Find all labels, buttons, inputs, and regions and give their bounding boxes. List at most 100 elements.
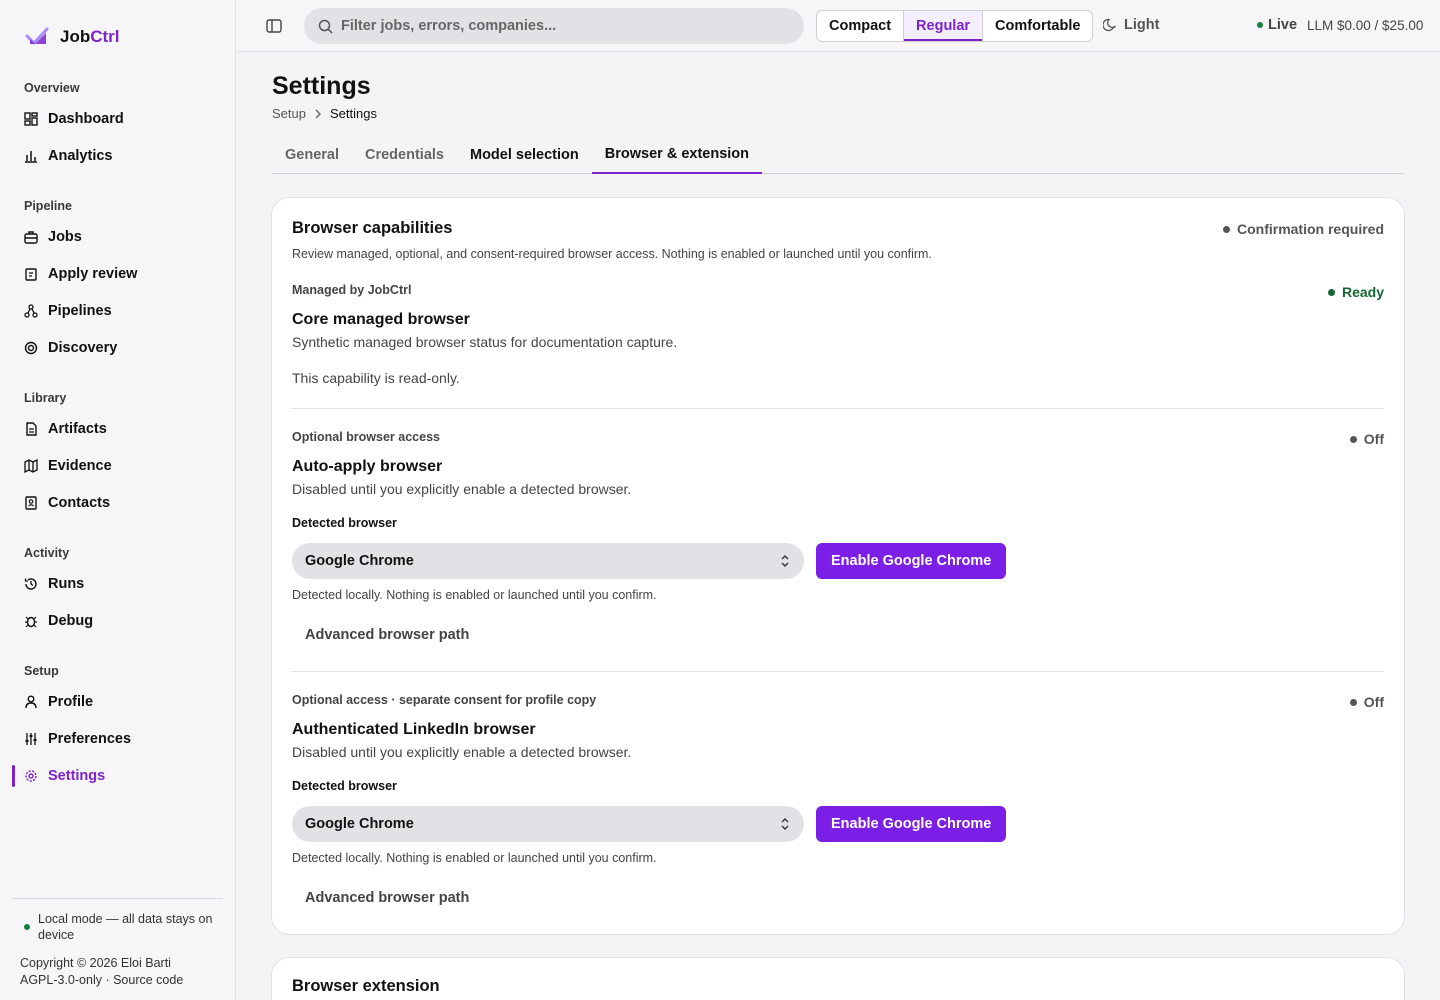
- core-readonly-note: This capability is read-only.: [292, 370, 460, 386]
- sidebar-item-settings[interactable]: Settings: [12, 761, 224, 791]
- dashboard-icon: [24, 112, 38, 126]
- nav-group-setup: Setup: [24, 664, 59, 678]
- nav-group-overview: Overview: [24, 81, 80, 95]
- status-label: Ready: [1341, 284, 1384, 300]
- select-value: Google Chrome: [305, 816, 414, 832]
- sidebar-item-apply-review[interactable]: Apply review: [12, 259, 224, 289]
- linkedin-hint: Detected locally. Nothing is enabled or …: [292, 851, 657, 865]
- density-compact-button[interactable]: Compact: [817, 11, 905, 41]
- browser-extension-card: Browser extension: [271, 957, 1405, 1000]
- sidebar-item-evidence[interactable]: Evidence: [12, 451, 224, 481]
- topbar: Compact Regular Comfortable Light Live L…: [237, 0, 1440, 52]
- card-title: Browser capabilities: [292, 219, 453, 237]
- linkedin-browser-select[interactable]: Google Chrome: [292, 806, 804, 842]
- sidebar-item-label: Evidence: [48, 458, 112, 474]
- sidebar-item-debug[interactable]: Debug: [12, 606, 224, 636]
- breadcrumb-setup[interactable]: Setup: [272, 106, 306, 121]
- search-bar[interactable]: [304, 8, 804, 44]
- sidebar-item-profile[interactable]: Profile: [12, 687, 224, 717]
- sidebar-item-pipelines[interactable]: Pipelines: [12, 296, 224, 326]
- sidebar-item-analytics[interactable]: Analytics: [12, 141, 224, 171]
- sidebar-item-label: Jobs: [48, 229, 82, 245]
- sidebar-item-label: Debug: [48, 613, 94, 629]
- nav-group-pipeline: Pipeline: [24, 199, 72, 213]
- live-indicator: Live: [1257, 17, 1297, 33]
- brand[interactable]: JobCtrl: [24, 24, 120, 50]
- sidebar-item-artifacts[interactable]: Artifacts: [12, 414, 224, 444]
- sidebar-item-label: Discovery: [48, 340, 118, 356]
- live-dot-icon: [1257, 22, 1263, 28]
- auto-apply-browser-select[interactable]: Google Chrome: [292, 543, 804, 579]
- status-dot-icon: [24, 924, 30, 930]
- analytics-icon: [25, 151, 37, 163]
- chevron-right-icon: [315, 109, 321, 118]
- sidebar-item-label: Apply review: [48, 266, 138, 282]
- sidebar-item-label: Dashboard: [48, 111, 124, 127]
- local-mode-indicator: Local mode — all data stays on device: [24, 911, 214, 943]
- bug-icon: [25, 616, 37, 628]
- license-link[interactable]: AGPL-3.0-only · Source code: [20, 972, 183, 989]
- sidebar-item-preferences[interactable]: Preferences: [12, 724, 224, 754]
- search-icon: [318, 19, 333, 34]
- auto-apply-hint: Detected locally. Nothing is enabled or …: [292, 588, 657, 602]
- linkedin-kicker: Optional access · separate consent for p…: [292, 693, 597, 707]
- section-divider: [292, 408, 1384, 409]
- sidebar-divider: [12, 898, 223, 899]
- tab-browser-extension[interactable]: Browser & extension: [591, 136, 763, 174]
- sliders-icon: [25, 733, 37, 745]
- sidebar-item-label: Artifacts: [48, 421, 107, 437]
- sidebar-item-dashboard[interactable]: Dashboard: [12, 104, 224, 134]
- auto-apply-enable-button[interactable]: Enable Google Chrome: [816, 543, 1007, 579]
- density-comfortable-button[interactable]: Comfortable: [983, 11, 1092, 41]
- local-mode-text: Local mode — all data stays on device: [38, 912, 213, 942]
- sidebar-item-jobs[interactable]: Jobs: [12, 222, 224, 252]
- tab-model-selection[interactable]: Model selection: [457, 136, 592, 173]
- settings-tabs: General Credentials Model selection Brow…: [272, 136, 1404, 174]
- core-kicker: Managed by JobCtrl: [292, 283, 412, 297]
- status-label: Off: [1363, 431, 1384, 447]
- gear-icon: [25, 770, 37, 782]
- breadcrumb: Setup Settings: [272, 106, 377, 121]
- logo-icon: [25, 27, 49, 45]
- theme-toggle[interactable]: Light: [1103, 17, 1159, 33]
- clipboard-icon: [25, 268, 37, 281]
- chevron-up-down-icon: [781, 555, 789, 567]
- density-toggle: Compact Regular Comfortable: [816, 10, 1094, 42]
- tab-credentials[interactable]: Credentials: [352, 136, 457, 173]
- status-dot-icon: [1222, 225, 1230, 233]
- sidebar-toggle-icon[interactable]: [265, 17, 283, 35]
- linkedin-enable-button[interactable]: Enable Google Chrome: [816, 806, 1007, 842]
- sidebar-item-discovery[interactable]: Discovery: [12, 333, 224, 363]
- map-icon: [24, 459, 38, 473]
- llm-usage: LLM $0.00 / $25.00: [1307, 18, 1424, 33]
- density-regular-button[interactable]: Regular: [904, 11, 984, 41]
- chevron-up-down-icon: [781, 818, 789, 830]
- pipelines-icon: [24, 304, 38, 318]
- copyright-text: Copyright © 2026 Eloi Barti: [20, 956, 171, 970]
- user-icon: [25, 695, 37, 709]
- sidebar-item-contacts[interactable]: Contacts: [12, 488, 224, 518]
- auto-apply-advanced-path-toggle[interactable]: Advanced browser path: [305, 627, 469, 643]
- status-label: Confirmation required: [1236, 221, 1384, 237]
- tab-general[interactable]: General: [272, 136, 352, 173]
- sidebar-item-runs[interactable]: Runs: [12, 569, 224, 599]
- sidebar-item-label: Settings: [48, 768, 106, 784]
- detected-browser-label: Detected browser: [292, 779, 397, 793]
- moon-icon: [1103, 18, 1117, 32]
- contacts-icon: [25, 496, 37, 510]
- linkedin-advanced-path-toggle[interactable]: Advanced browser path: [305, 890, 469, 906]
- document-icon: [26, 422, 37, 436]
- brand-name: JobCtrl: [60, 27, 120, 46]
- nav-group-activity: Activity: [24, 546, 70, 560]
- core-description: Synthetic managed browser status for doc…: [292, 334, 678, 350]
- confirmation-status: Confirmation required: [1222, 221, 1384, 237]
- live-label: Live: [1268, 17, 1298, 33]
- linkedin-status: Off: [1349, 694, 1384, 710]
- card-subtitle: Review managed, optional, and consent-re…: [292, 247, 932, 261]
- sidebar-item-label: Profile: [48, 694, 94, 710]
- select-value: Google Chrome: [305, 553, 414, 569]
- status-dot-icon: [1349, 698, 1357, 706]
- search-input[interactable]: [341, 18, 781, 34]
- status-label: Off: [1363, 694, 1384, 710]
- section-divider: [292, 671, 1384, 672]
